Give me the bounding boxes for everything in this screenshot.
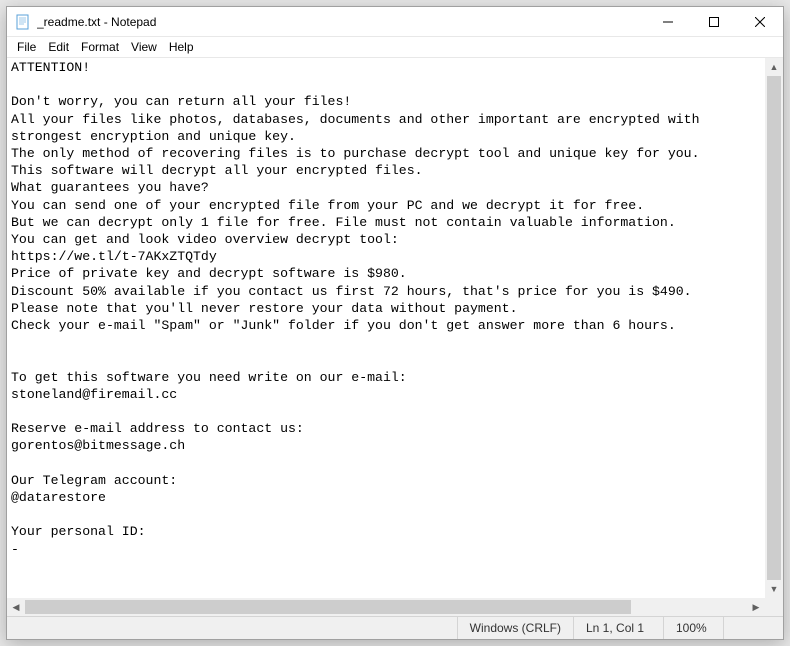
- scroll-up-icon[interactable]: ▲: [765, 58, 783, 76]
- scroll-track-h[interactable]: [25, 598, 747, 616]
- scroll-down-icon[interactable]: ▼: [765, 580, 783, 598]
- status-position: Ln 1, Col 1: [573, 617, 663, 639]
- window-controls: [645, 7, 783, 36]
- titlebar[interactable]: _readme.txt - Notepad: [7, 7, 783, 37]
- scroll-right-icon[interactable]: ▶: [747, 598, 765, 616]
- scroll-corner: [765, 598, 783, 616]
- window-title: _readme.txt - Notepad: [37, 15, 645, 29]
- notepad-icon: [15, 14, 31, 30]
- minimize-button[interactable]: [645, 7, 691, 37]
- scroll-thumb-h[interactable]: [25, 600, 631, 614]
- menu-edit[interactable]: Edit: [42, 39, 75, 55]
- statusbar: Windows (CRLF) Ln 1, Col 1 100%: [7, 616, 783, 639]
- notepad-window: _readme.txt - Notepad File Edit Format V…: [6, 6, 784, 640]
- scrollbar-horizontal[interactable]: ◀ ▶: [7, 598, 765, 616]
- status-encoding: Windows (CRLF): [457, 617, 573, 639]
- text-editor[interactable]: ATTENTION! Don't worry, you can return a…: [9, 58, 765, 598]
- menu-format[interactable]: Format: [75, 39, 125, 55]
- status-zoom: 100%: [663, 617, 723, 639]
- editor-area: ATTENTION! Don't worry, you can return a…: [7, 57, 783, 616]
- maximize-button[interactable]: [691, 7, 737, 37]
- status-empty: [723, 617, 783, 639]
- scroll-thumb-v[interactable]: [767, 76, 781, 580]
- menu-view[interactable]: View: [125, 39, 163, 55]
- close-button[interactable]: [737, 7, 783, 37]
- scroll-left-icon[interactable]: ◀: [7, 598, 25, 616]
- scrollbar-vertical[interactable]: ▲ ▼: [765, 58, 783, 598]
- menubar: File Edit Format View Help: [7, 37, 783, 57]
- scroll-track-v[interactable]: [765, 76, 783, 580]
- menu-help[interactable]: Help: [163, 39, 200, 55]
- menu-file[interactable]: File: [11, 39, 42, 55]
